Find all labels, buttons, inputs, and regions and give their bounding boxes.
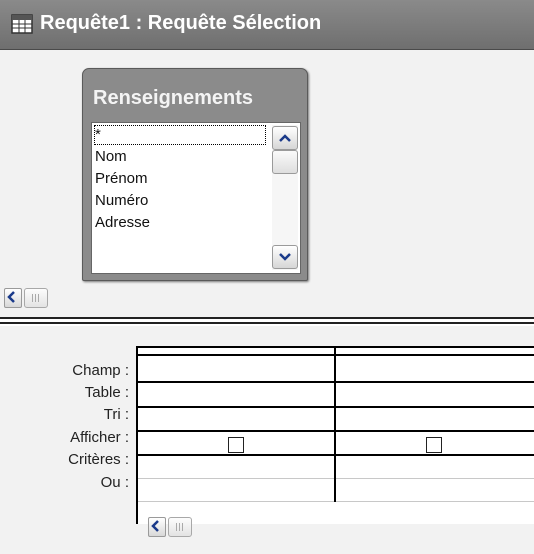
- row-label-champ: Champ :: [72, 362, 129, 379]
- query-datasheet-icon[interactable]: [11, 14, 33, 34]
- row-label-tri: Tri :: [103, 406, 129, 423]
- query-design-grid-pane[interactable]: Champ : Table : Tri : Afficher : Critère…: [0, 326, 534, 554]
- field-list[interactable]: * Nom Prénom Numéro Adresse: [91, 122, 301, 274]
- window-title: Requête1 : Requête Sélection: [40, 12, 322, 34]
- field-list-item[interactable]: Prénom: [95, 168, 148, 190]
- chevron-left-icon: [151, 520, 159, 532]
- scroll-down-button[interactable]: [272, 245, 298, 269]
- field-list-scrollbar[interactable]: [272, 125, 298, 270]
- field-list-item[interactable]: Numéro: [95, 190, 148, 212]
- chevron-down-icon: [279, 253, 291, 261]
- scroll-thumb[interactable]: [272, 150, 298, 174]
- pane-splitter-line: [0, 322, 534, 324]
- title-bar[interactable]: Requête1 : Requête Sélection: [0, 0, 534, 50]
- scroll-left-button[interactable]: [148, 517, 166, 537]
- upper-pane-horizontal-scrollbar[interactable]: [4, 287, 84, 309]
- grid-horizontal-scrollbar[interactable]: [148, 516, 218, 538]
- table-field-list-window[interactable]: Renseignements * Nom Prénom Numéro Adres…: [82, 68, 308, 281]
- scroll-left-button[interactable]: [4, 288, 22, 308]
- row-label-table: Table :: [84, 384, 129, 401]
- table-design-pane[interactable]: Renseignements * Nom Prénom Numéro Adres…: [0, 50, 534, 318]
- scroll-thumb[interactable]: [24, 288, 48, 308]
- chevron-up-icon: [279, 134, 291, 142]
- chevron-left-icon: [7, 291, 15, 303]
- afficher-checkbox-col-2[interactable]: [426, 437, 442, 453]
- design-grid[interactable]: [136, 346, 534, 537]
- field-list-item[interactable]: Nom: [95, 146, 127, 168]
- row-label-ou: Ou :: [100, 474, 129, 491]
- scroll-up-button[interactable]: [272, 126, 298, 150]
- table-name[interactable]: Renseignements: [93, 87, 253, 110]
- field-list-item[interactable]: Adresse: [95, 212, 150, 234]
- row-label-criteres: Critères :: [68, 451, 129, 468]
- pane-splitter[interactable]: [0, 317, 534, 319]
- row-label-afficher: Afficher :: [70, 429, 129, 446]
- field-list-item[interactable]: *: [94, 125, 266, 145]
- scroll-thumb[interactable]: [168, 517, 192, 537]
- afficher-checkbox-col-1[interactable]: [228, 437, 244, 453]
